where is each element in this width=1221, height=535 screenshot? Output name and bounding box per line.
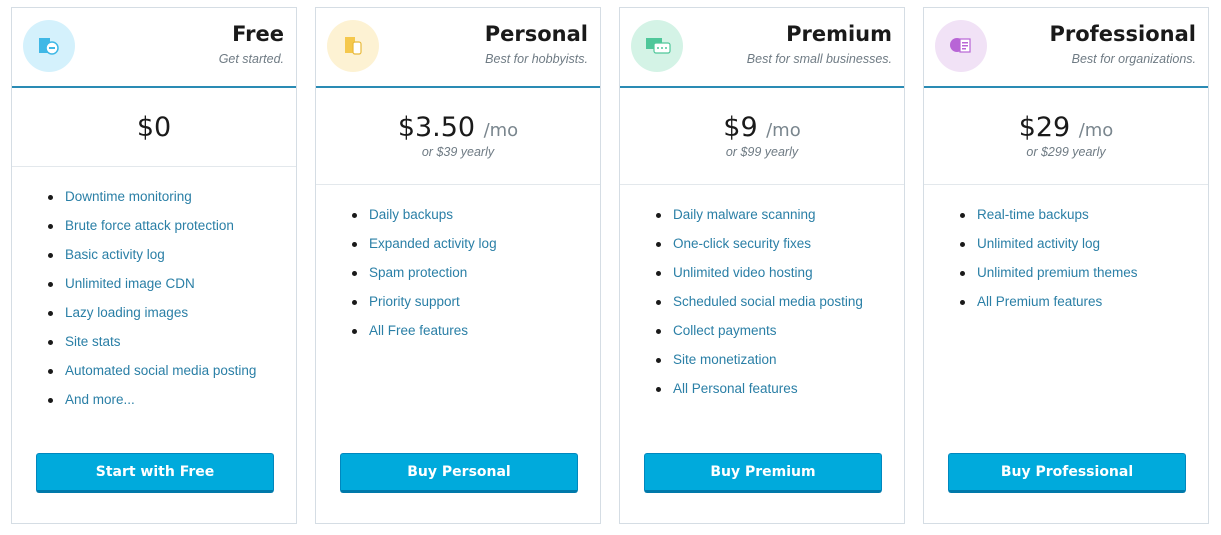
personal-plan-icon <box>327 20 379 72</box>
plan-name: Premium <box>786 22 892 46</box>
buy-professional-button[interactable]: Buy Professional <box>948 453 1186 493</box>
yearly-price: or $299 yearly <box>1026 145 1106 159</box>
premium-plan-icon <box>631 20 683 72</box>
feature-item[interactable]: Downtime monitoring <box>48 188 256 217</box>
price-amount: $3.50 <box>397 112 476 143</box>
price-amount: $9 <box>723 112 758 143</box>
price-box: $9 /mo or $99 yearly <box>620 88 904 185</box>
plan-card-professional: Professional Best for organizations. $29… <box>923 7 1209 524</box>
feature-item[interactable]: Automated social media posting <box>48 362 256 391</box>
price-box: $3.50 /mo or $39 yearly <box>316 88 600 185</box>
free-plan-icon <box>23 20 75 72</box>
feature-item[interactable]: Daily backups <box>352 206 497 235</box>
plan-name: Professional <box>1049 22 1197 46</box>
price-line: $3.50 /mo <box>316 112 600 143</box>
plan-tagline: Get started. <box>218 52 284 66</box>
price-line: $9 /mo <box>620 112 904 143</box>
feature-list: Daily malware scanning One-click securit… <box>656 206 863 409</box>
buy-personal-button[interactable]: Buy Personal <box>340 453 578 493</box>
yearly-price: or $39 yearly <box>421 145 495 159</box>
feature-item[interactable]: Scheduled social media posting <box>656 293 863 322</box>
feature-list: Real-time backups Unlimited activity log… <box>960 206 1138 322</box>
plan-card-personal: Personal Best for hobbyists. $3.50 /mo o… <box>315 7 601 524</box>
price-box: $0 <box>12 88 296 167</box>
yearly-price: or $99 yearly <box>725 145 799 159</box>
plan-tagline: Best for organizations. <box>1071 52 1196 66</box>
feature-item[interactable]: One-click security fixes <box>656 235 863 264</box>
feature-item[interactable]: Site monetization <box>656 351 863 380</box>
plan-header: Premium Best for small businesses. <box>620 8 904 88</box>
price-amount: $0 <box>136 112 172 143</box>
buy-premium-button[interactable]: Buy Premium <box>644 453 882 493</box>
feature-item[interactable]: Real-time backups <box>960 206 1138 235</box>
feature-item[interactable]: All Personal features <box>656 380 863 409</box>
price-line: $29 /mo <box>924 112 1208 143</box>
professional-plan-icon <box>935 20 987 72</box>
feature-item[interactable]: Unlimited image CDN <box>48 275 256 304</box>
feature-item[interactable]: All Premium features <box>960 293 1138 322</box>
feature-item[interactable]: All Free features <box>352 322 497 351</box>
feature-list: Daily backups Expanded activity log Spam… <box>352 206 497 351</box>
feature-item[interactable]: Basic activity log <box>48 246 256 275</box>
feature-item[interactable]: Lazy loading images <box>48 304 256 333</box>
feature-item[interactable]: Priority support <box>352 293 497 322</box>
feature-item[interactable]: Unlimited activity log <box>960 235 1138 264</box>
start-with-free-button[interactable]: Start with Free <box>36 453 274 493</box>
plan-card-premium: Premium Best for small businesses. $9 /m… <box>619 7 905 524</box>
plan-tagline: Best for hobbyists. <box>485 52 588 66</box>
plan-header: Personal Best for hobbyists. <box>316 8 600 88</box>
price-box: $29 /mo or $299 yearly <box>924 88 1208 185</box>
feature-item[interactable]: Site stats <box>48 333 256 362</box>
plan-tagline: Best for small businesses. <box>746 52 892 66</box>
price-period: /mo <box>1078 120 1114 141</box>
plan-header: Free Get started. <box>12 8 296 88</box>
feature-item[interactable]: And more... <box>48 391 256 420</box>
plan-name: Personal <box>484 22 588 46</box>
price-period: /mo <box>766 120 801 141</box>
plan-header: Professional Best for organizations. <box>924 8 1208 88</box>
feature-item[interactable]: Daily malware scanning <box>656 206 863 235</box>
price-amount: $29 <box>1018 112 1071 143</box>
feature-item[interactable]: Unlimited video hosting <box>656 264 863 293</box>
feature-item[interactable]: Collect payments <box>656 322 863 351</box>
feature-item[interactable]: Unlimited premium themes <box>960 264 1138 293</box>
feature-item[interactable]: Spam protection <box>352 264 497 293</box>
feature-item[interactable]: Brute force attack protection <box>48 217 256 246</box>
price-period: /mo <box>483 120 519 141</box>
pricing-plans: Free Get started. $0 Downtime monitoring… <box>0 0 1221 535</box>
plan-name: Free <box>232 22 284 46</box>
feature-list: Downtime monitoring Brute force attack p… <box>48 188 256 420</box>
price-line: $0 <box>12 112 296 143</box>
plan-card-free: Free Get started. $0 Downtime monitoring… <box>11 7 297 524</box>
feature-item[interactable]: Expanded activity log <box>352 235 497 264</box>
